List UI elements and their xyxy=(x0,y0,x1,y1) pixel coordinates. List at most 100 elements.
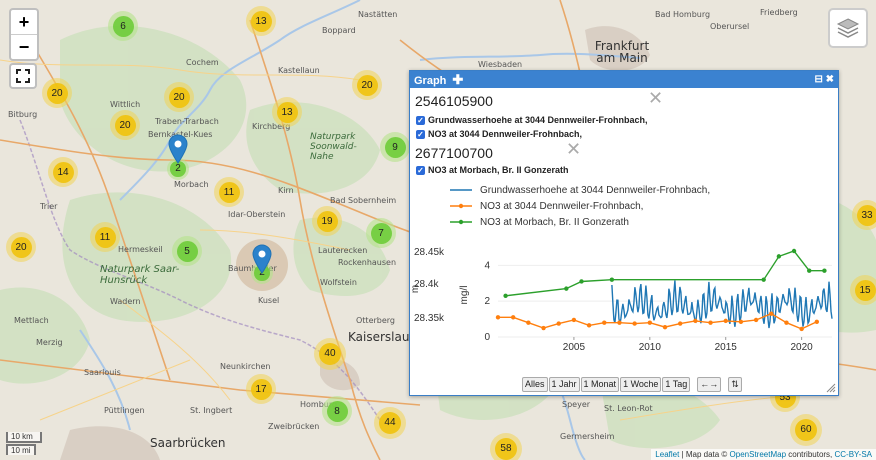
graph-panel[interactable]: Graph ✚ ⊟ ✖ 2546105900 ✕ ✓ Grundwasserhoeh… xyxy=(409,70,839,396)
data-point xyxy=(632,321,637,326)
cluster-marker[interactable]: 20 xyxy=(6,232,36,262)
town-label: Merzig xyxy=(36,338,63,347)
town-label: St. Leon-Rot xyxy=(604,404,653,413)
cluster-marker[interactable]: 60 xyxy=(790,414,822,446)
town-label: Mettlach xyxy=(14,316,49,325)
scale-km: 10 km xyxy=(6,432,42,443)
fullscreen-icon xyxy=(16,69,30,83)
data-point xyxy=(791,248,797,254)
cluster-marker[interactable]: 20 xyxy=(42,78,72,108)
cluster-marker[interactable]: 8 xyxy=(322,396,352,426)
series-checkbox[interactable]: ✓ NO3 at Morbach, Br. II Gonzerath xyxy=(416,165,569,175)
town-label: Wiesbaden xyxy=(478,60,523,69)
town-label: Boppard xyxy=(322,26,356,35)
x-tick-label: 2005 xyxy=(563,342,586,353)
cluster-marker[interactable]: 17 xyxy=(246,374,276,404)
graph-titlebar[interactable]: Graph ✚ ⊟ ✖ xyxy=(410,71,838,88)
series-checkbox[interactable]: ✓ Grundwasserhoehe at 3044 Dennweiler-Fro… xyxy=(416,115,648,125)
data-point xyxy=(677,321,683,326)
data-point xyxy=(571,317,577,323)
cluster-marker[interactable]: 15 xyxy=(850,275,876,305)
town-label: Morbach xyxy=(174,180,209,189)
data-point xyxy=(662,324,668,330)
town-label: Bitburg xyxy=(8,110,38,119)
layers-button[interactable] xyxy=(828,8,868,48)
cluster-marker[interactable]: 11 xyxy=(90,222,120,252)
cluster-marker[interactable]: 5 xyxy=(172,236,202,266)
cluster-marker[interactable]: 11 xyxy=(214,177,244,207)
park-label: Naturpark Saar-Hunsrück xyxy=(100,264,180,286)
town-label: Idar-Oberstein xyxy=(228,210,286,219)
range-1-week-button[interactable]: 1 Woche xyxy=(620,377,662,392)
data-point xyxy=(495,315,501,320)
range-all-button[interactable]: Alles xyxy=(522,377,548,392)
cluster-marker[interactable]: 14 xyxy=(48,157,78,187)
minimize-icon[interactable]: ⊟ xyxy=(814,74,822,85)
attribution: Leaflet | Map data © OpenStreetMap contr… xyxy=(651,449,876,460)
series-checkbox[interactable]: ✓ NO3 at 3044 Dennweiler-Frohnbach, xyxy=(416,129,582,139)
data-point xyxy=(769,311,774,316)
cluster-marker[interactable]: 58 xyxy=(490,433,522,460)
map-pin-icon[interactable] xyxy=(168,134,188,164)
pan-vertical-button[interactable]: ⇅ xyxy=(728,377,742,392)
range-1-day-button[interactable]: 1 Tag xyxy=(662,377,691,392)
cluster-marker[interactable]: 20 xyxy=(164,82,194,112)
legend-marker xyxy=(458,219,464,225)
range-1-month-button[interactable]: 1 Monat xyxy=(580,377,620,392)
town-label: Cochem xyxy=(186,58,219,67)
checkbox-checked-icon: ✓ xyxy=(416,129,425,139)
data-point xyxy=(708,320,713,325)
town-label: Wolfstein xyxy=(320,278,357,287)
data-point xyxy=(799,326,804,332)
cluster-marker[interactable]: 33 xyxy=(852,200,876,230)
town-label: Bad Homburg xyxy=(655,10,711,19)
fullscreen-button[interactable] xyxy=(9,63,37,89)
add-icon[interactable]: ✚ xyxy=(452,72,463,87)
scale-mi: 10 mi xyxy=(6,444,36,455)
timeseries-chart[interactable]: Grundwasserhoehe at 3044 Dennweiler-Froh… xyxy=(410,177,838,377)
x-tick-label: 2010 xyxy=(639,342,662,353)
town-label: Zweibrücken xyxy=(268,422,320,431)
town-label: Friedberg xyxy=(760,8,798,17)
close-icon[interactable]: ✖ xyxy=(826,74,834,85)
range-1-year-button[interactable]: 1 Jahr xyxy=(548,377,580,392)
map-pin-icon[interactable] xyxy=(252,244,272,274)
zoom-out-button[interactable]: − xyxy=(11,35,37,59)
cluster-marker[interactable]: 20 xyxy=(110,110,140,140)
data-point xyxy=(602,320,607,325)
cluster-marker[interactable]: 9 xyxy=(380,132,410,162)
cluster-marker[interactable]: 40 xyxy=(314,338,346,370)
cluster-marker[interactable]: 6 xyxy=(108,11,138,41)
remove-station-icon[interactable]: ✕ xyxy=(566,139,581,160)
cluster-marker[interactable]: 13 xyxy=(246,6,276,36)
data-point xyxy=(556,321,561,326)
legend-label: NO3 at 3044 Dennweiler-Frohnbach, xyxy=(480,201,643,212)
town-label: Hermeskeil xyxy=(118,245,163,254)
town-label: Speyer xyxy=(562,400,591,409)
town-label: Bad Sobernheim xyxy=(330,196,397,205)
town-label: Lauterecken xyxy=(318,246,368,255)
data-point xyxy=(579,279,584,284)
cluster-marker[interactable]: 19 xyxy=(312,206,342,236)
data-point xyxy=(814,319,820,324)
data-point xyxy=(586,323,592,328)
zoom-in-button[interactable]: + xyxy=(11,10,37,35)
park-label: Naturpark Soonwald-Nahe xyxy=(310,132,357,162)
checkbox-checked-icon: ✓ xyxy=(416,115,425,125)
y-tick-label: 2 xyxy=(484,296,490,307)
license-link[interactable]: CC-BY-SA xyxy=(835,450,873,459)
cluster-marker[interactable]: 20 xyxy=(352,70,382,100)
data-point xyxy=(617,320,622,325)
leaflet-link[interactable]: Leaflet xyxy=(655,450,679,459)
cluster-marker[interactable]: 13 xyxy=(272,97,302,127)
cluster-marker[interactable]: 44 xyxy=(374,407,406,439)
town-label: Kirn xyxy=(278,186,294,195)
cluster-marker[interactable]: 7 xyxy=(366,218,396,248)
data-point xyxy=(776,254,782,259)
resize-handle-icon[interactable] xyxy=(826,383,836,393)
pan-horizontal-button[interactable]: ←→ xyxy=(697,377,722,392)
remove-station-icon[interactable]: ✕ xyxy=(648,88,663,109)
osm-link[interactable]: OpenStreetMap xyxy=(730,450,786,459)
town-label: Saarbrücken xyxy=(150,436,226,450)
town-label: Kastellaun xyxy=(278,66,320,75)
